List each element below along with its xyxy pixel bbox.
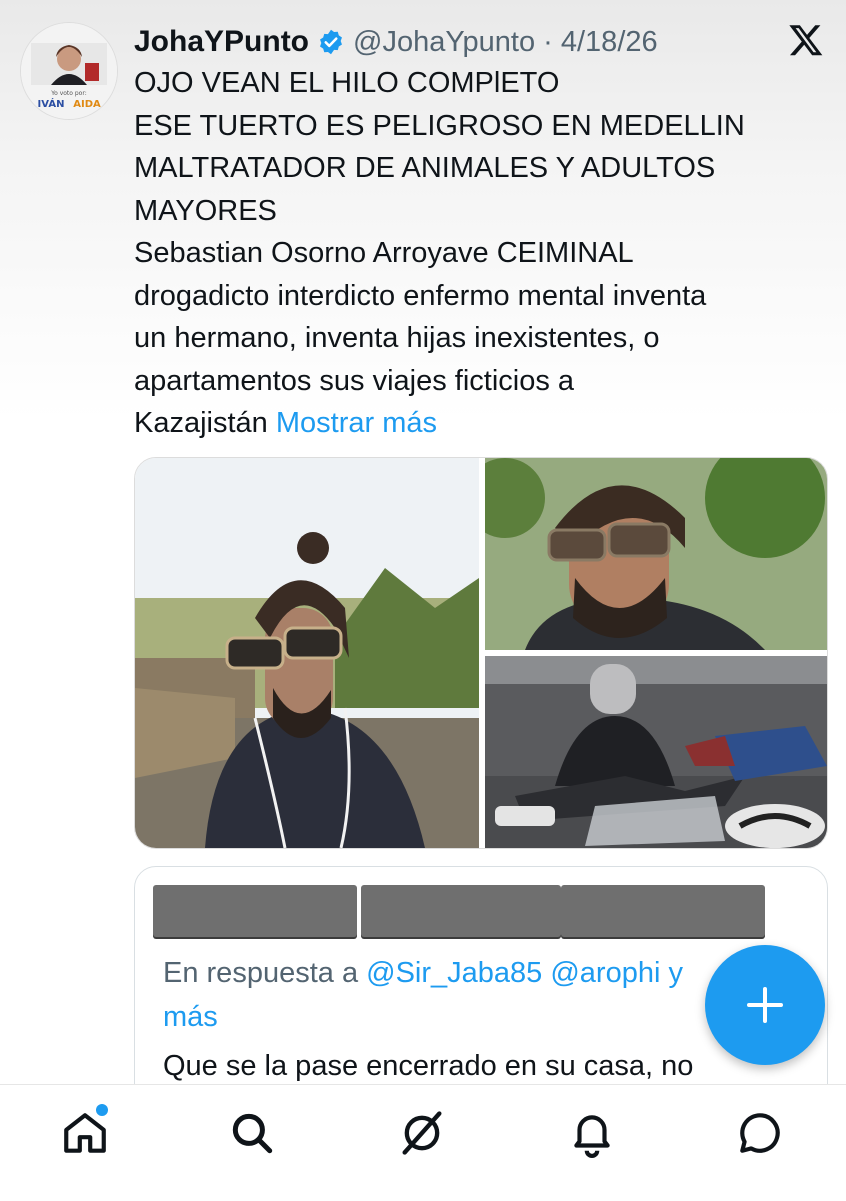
photo-3[interactable] [485, 656, 827, 848]
search-icon [232, 1113, 273, 1154]
avatar-caption: Yo voto por: [50, 90, 86, 97]
show-more-link[interactable]: Mostrar más [276, 407, 437, 439]
tweet-text-line: Sebastian Osorno Arroyave CEIMINAL [134, 237, 634, 269]
quoted-text: Que se la pase encerrado en su casa, no [163, 1050, 694, 1082]
media-grid [134, 457, 828, 849]
reply-prefix: En respuesta a [163, 957, 367, 989]
nav-notifications[interactable] [562, 1103, 622, 1163]
tweet-text: OJO VEAN EL HILO COMPlETO ESE TUERTO ES … [134, 62, 814, 445]
redaction-bar [153, 885, 357, 937]
mention-link[interactable]: @Sir_Jaba85 [366, 957, 542, 989]
tweet-text-line-last: Kazajistán Mostrar más [134, 402, 814, 445]
tweet-text-line: MALTRATADOR DE ANIMALES Y ADULTOS [134, 152, 716, 184]
avatar-image: Yo voto por: IVÁN AIDA [21, 23, 117, 119]
nav-messages[interactable] [730, 1103, 790, 1163]
new-posts-dot [96, 1104, 108, 1116]
x-logo-icon[interactable] [788, 22, 824, 58]
photo-2[interactable] [485, 458, 827, 650]
mention-more-suffix[interactable]: más [163, 1001, 218, 1033]
bottom-nav [0, 1084, 846, 1201]
mention-more[interactable]: y [668, 957, 683, 989]
handle-date[interactable]: @JohaYpunto · 4/18/26 [353, 26, 658, 59]
tweet-text-line: MAYORES [134, 194, 277, 227]
display-name[interactable]: JohaYPunto [134, 25, 309, 59]
plus-icon [747, 987, 783, 1023]
mention-link[interactable]: @arophi [550, 957, 660, 989]
tweet-text-line: OJO VEAN EL HILO COMPlETO [134, 67, 560, 99]
tweet-header: JohaYPunto @JohaYpunto · 4/18/26 [134, 20, 734, 64]
redaction-bar [361, 885, 561, 937]
redaction-bar [561, 885, 765, 937]
tweet-text-line: Kazajistán [134, 407, 268, 439]
verified-badge-icon [317, 28, 345, 56]
tweet-text-line: ESE TUERTO ES PELIGROSO EN MEDELLIN [134, 109, 745, 142]
tweet-text-line: apartamentos sus viajes ficticios a [134, 364, 575, 397]
nav-grok[interactable] [392, 1103, 452, 1163]
tweet-text-line: un hermano, inventa hijas inexistentes, … [134, 322, 660, 354]
compose-button[interactable] [705, 945, 825, 1065]
nav-search[interactable] [222, 1103, 282, 1163]
notifications-icon [574, 1115, 610, 1158]
author-avatar[interactable]: Yo voto por: IVÁN AIDA [20, 22, 118, 120]
avatar-text-right: AIDA [73, 99, 101, 110]
messages-icon [740, 1113, 780, 1153]
tweet-text-line: drogadicto interdicto enfermo mental inv… [134, 279, 707, 312]
avatar-text-left: IVÁN [38, 97, 65, 110]
grok-icon [402, 1111, 442, 1155]
photo-1[interactable] [135, 458, 479, 848]
